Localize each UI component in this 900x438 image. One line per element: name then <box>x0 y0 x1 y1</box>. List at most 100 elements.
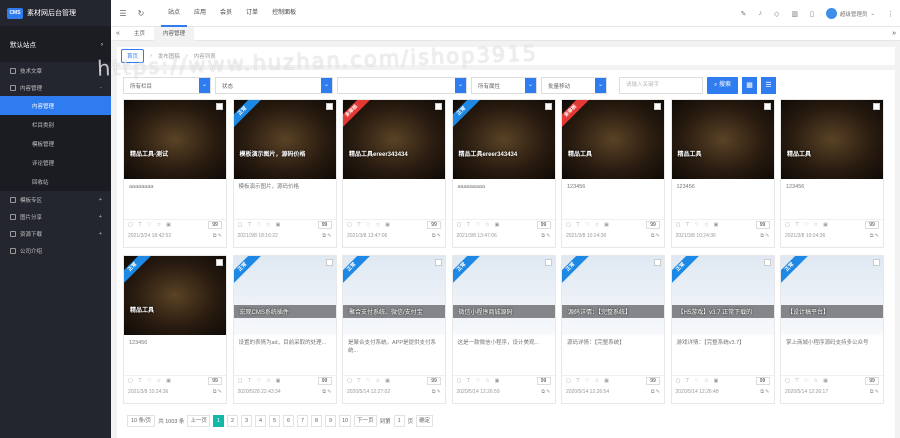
more-icon[interactable]: ⋮ <box>887 10 894 18</box>
card-thumbnail[interactable]: 正常 源码详情：【完整系统】 <box>562 256 664 335</box>
site-switcher[interactable]: 默认站点 › <box>0 26 111 62</box>
comment-icon[interactable]: ▢ <box>676 378 681 384</box>
edit-icon[interactable]: ✎ <box>656 389 660 395</box>
sort-order-input[interactable]: 99 <box>646 376 660 385</box>
card-thumbnail[interactable]: 正常 精品工具 <box>124 256 226 335</box>
top-icon[interactable]: ⊤ <box>466 378 470 384</box>
edit-icon[interactable]: ✎ <box>656 233 660 239</box>
select-checkbox[interactable] <box>435 259 442 266</box>
content-card[interactable]: 精品工具 123456 ▢ ⊤ ♡ ☆ ▣ 99 2021/3/8 10:24:… <box>780 99 884 248</box>
card-thumbnail[interactable]: 精品工具 <box>671 100 774 179</box>
card-thumbnail[interactable]: 精品工具 <box>781 100 883 179</box>
content-card[interactable]: 正常 宏观CMS系统插件 设置的表情为ad，目前采取的处理... ▢ ⊤ ♡ ☆… <box>232 255 337 404</box>
lock-icon[interactable]: ▣ <box>495 222 500 228</box>
like-icon[interactable]: ♡ <box>476 378 480 384</box>
page-2[interactable]: 2 <box>227 415 238 427</box>
top-icon[interactable]: ⊤ <box>576 378 580 384</box>
top-icon[interactable]: ⊤ <box>685 222 689 228</box>
select-checkbox[interactable] <box>873 259 880 266</box>
submenu-templates[interactable]: 模板管理 <box>0 134 111 153</box>
copy-icon[interactable]: ⧉ <box>870 389 874 395</box>
copy-icon[interactable]: ⧉ <box>322 389 326 395</box>
edit-icon[interactable]: ✎ <box>327 233 331 239</box>
star-icon[interactable]: ☆ <box>376 378 380 384</box>
content-card[interactable]: 正常 【H5游戏】v3.7 正常下载的 游戏详情：【完整系统v3.7】 ▢ ⊤ … <box>670 255 775 404</box>
star-icon[interactable]: ☆ <box>266 378 270 384</box>
content-card[interactable]: 正常 模板演示图片，源码价格 模板演示图片，源码价格 ▢ ⊤ ♡ ☆ ▣ 99 … <box>232 99 337 248</box>
next-page-button[interactable]: 下一页 <box>354 415 377 427</box>
tab-home[interactable]: 主页 <box>125 27 154 41</box>
menu-item-about[interactable]: 公司介绍 <box>0 242 111 259</box>
page-4[interactable]: 4 <box>255 415 266 427</box>
top-icon[interactable]: ⊤ <box>357 378 361 384</box>
content-card[interactable]: 精品工具 123456 ▢ ⊤ ♡ ☆ ▣ 99 2021/3/8 10:24:… <box>670 99 775 248</box>
star-icon[interactable]: ☆ <box>485 222 489 228</box>
comment-icon[interactable]: ▢ <box>785 222 790 228</box>
star-icon[interactable]: ☆ <box>157 378 161 384</box>
comment-icon[interactable]: ▢ <box>347 378 352 384</box>
like-icon[interactable]: ♡ <box>804 378 808 384</box>
comment-icon[interactable]: ▢ <box>676 222 681 228</box>
edit-icon[interactable]: ✎ <box>218 233 222 239</box>
card-thumbnail[interactable]: 正常 聚合支付系统、微信/支付宝 <box>343 256 445 335</box>
like-icon[interactable]: ♡ <box>804 222 808 228</box>
page-3[interactable]: 3 <box>241 415 252 427</box>
select-checkbox[interactable] <box>544 259 552 266</box>
lock-icon[interactable]: ▣ <box>823 222 828 228</box>
edit-icon[interactable]: ✎ <box>765 389 769 395</box>
comment-icon[interactable]: ▢ <box>238 222 243 228</box>
sort-order-input[interactable]: 99 <box>427 220 441 229</box>
content-card[interactable]: 未审核 精品工具ereer343434 ▢ ⊤ ♡ ☆ ▣ 99 2021/3/… <box>342 99 446 248</box>
select-checkbox[interactable] <box>435 103 442 110</box>
page-8[interactable]: 8 <box>311 415 322 427</box>
comment-icon[interactable]: ▢ <box>457 378 462 384</box>
top-icon[interactable]: ⊤ <box>138 222 142 228</box>
select-checkbox[interactable] <box>216 259 223 266</box>
top-icon[interactable]: ⊤ <box>795 378 799 384</box>
star-icon[interactable]: ☆ <box>595 222 599 228</box>
like-icon[interactable]: ♡ <box>695 222 699 228</box>
comment-icon[interactable]: ▢ <box>128 222 133 228</box>
copy-icon[interactable]: ⧉ <box>432 389 436 395</box>
like-icon[interactable]: ♡ <box>257 378 261 384</box>
batch-move-select[interactable]: 批量移动 ⌄ <box>541 77 607 94</box>
sort-order-input[interactable]: 99 <box>755 376 770 385</box>
edit-icon[interactable]: ✎ <box>546 233 550 239</box>
like-icon[interactable]: ♡ <box>366 378 370 384</box>
lock-icon[interactable]: ▣ <box>166 378 171 384</box>
sort-order-input[interactable]: 99 <box>208 376 222 385</box>
copy-icon[interactable]: ⧉ <box>760 233 764 239</box>
copy-icon[interactable]: ⧉ <box>213 389 217 395</box>
tab-content[interactable]: 内容管理 <box>154 26 195 41</box>
attribute-select[interactable]: 所有属性 ⌄ <box>471 77 537 94</box>
select-checkbox[interactable] <box>325 103 333 110</box>
range-select[interactable]: ⌄ <box>337 77 467 94</box>
sort-order-input[interactable]: 99 <box>536 376 551 385</box>
content-card[interactable]: 正常 精品工具ereer343434 aaaaaaaaa ▢ ⊤ ♡ ☆ ▣ 9… <box>451 99 556 248</box>
lock-icon[interactable]: ▣ <box>495 378 500 384</box>
comment-icon[interactable]: ▢ <box>347 222 352 228</box>
like-icon[interactable]: ♡ <box>585 222 589 228</box>
comment-icon[interactable]: ▢ <box>457 222 462 228</box>
like-icon[interactable]: ♡ <box>366 222 370 228</box>
like-icon[interactable]: ♡ <box>695 378 699 384</box>
content-card[interactable]: 正常 【设计稿平台】 掌上商城小程序源码支持多公众号 ▢ ⊤ ♡ ☆ ▣ 99 … <box>780 255 884 404</box>
menu-item-downloads[interactable]: 资源下载 + <box>0 225 111 242</box>
card-thumbnail[interactable]: 未审核 精品工具ereer343434 <box>343 100 445 179</box>
card-thumbnail[interactable]: 正常 精品工具ereer343434 <box>452 100 555 179</box>
submenu-comments[interactable]: 评论管理 <box>0 153 111 172</box>
search-input[interactable]: 请输入关键字 <box>619 77 703 94</box>
top-icon[interactable]: ⊤ <box>247 378 251 384</box>
copy-icon[interactable]: ⧉ <box>213 233 217 239</box>
sort-order-input[interactable]: 99 <box>646 220 660 229</box>
status-select[interactable]: 状态 ⌄ <box>215 77 333 94</box>
copy-icon[interactable]: ⧉ <box>541 389 545 395</box>
card-thumbnail[interactable]: 正常 宏观CMS系统插件 <box>233 256 336 335</box>
card-thumbnail[interactable]: 正常 模板演示图片，源码价格 <box>233 100 336 179</box>
star-icon[interactable]: ☆ <box>266 222 270 228</box>
comment-icon[interactable]: ▢ <box>566 378 571 384</box>
select-checkbox[interactable] <box>325 259 333 266</box>
trash-icon[interactable]: ▯ <box>810 10 814 18</box>
menu-item-images[interactable]: 图片分享 + <box>0 208 111 225</box>
card-thumbnail[interactable]: 正常 微信小程序商城源码 <box>452 256 555 335</box>
